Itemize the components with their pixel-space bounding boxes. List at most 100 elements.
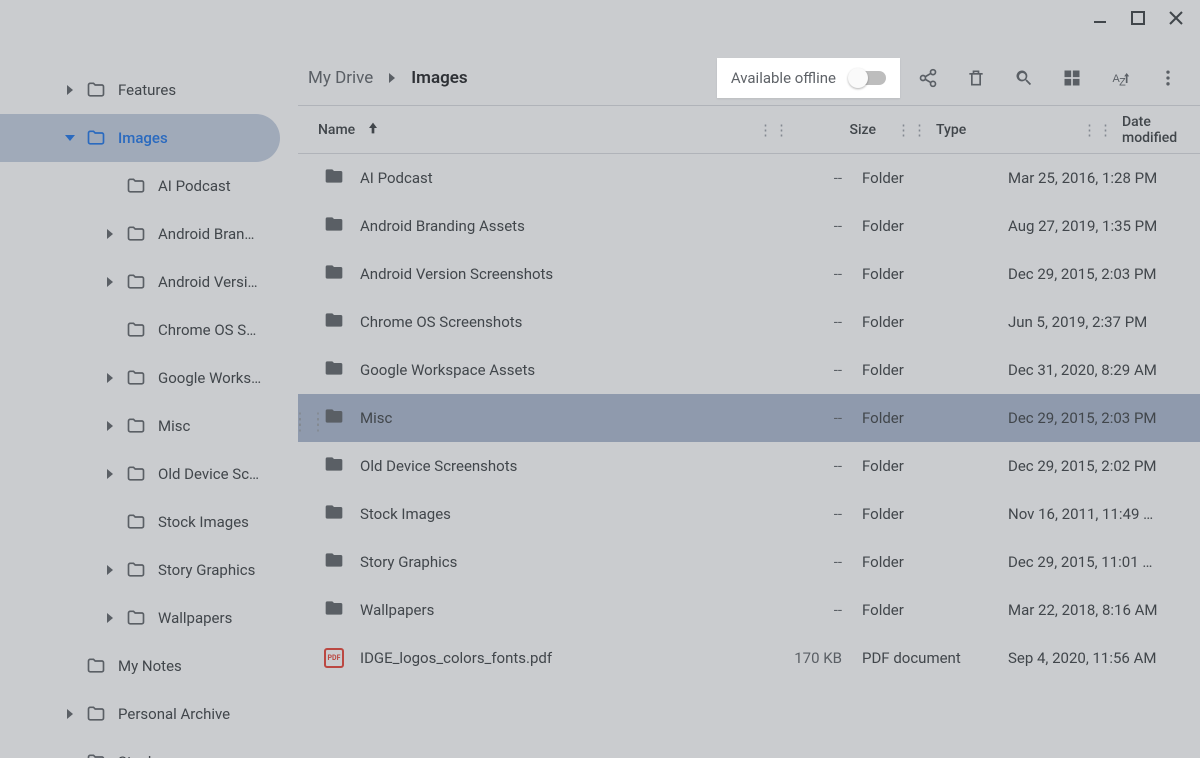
sidebar-item-label: Android Versi… (150, 273, 258, 291)
file-row[interactable]: AI Podcast--FolderMar 25, 2016, 1:28 PM (298, 154, 1200, 202)
sidebar-item-stack[interactable]: Stack (0, 738, 298, 758)
breadcrumb-current[interactable]: Images (411, 68, 467, 88)
file-name: IDGE_logos_colors_fonts.pdf (360, 649, 764, 667)
delete-button[interactable] (956, 58, 996, 98)
folder-icon (122, 416, 150, 436)
file-row[interactable]: Old Device Screenshots--FolderDec 29, 20… (298, 442, 1200, 490)
file-date: Dec 29, 2015, 2:03 PM (1008, 409, 1200, 427)
close-button[interactable] (1166, 8, 1186, 28)
expand-icon[interactable] (58, 709, 82, 719)
sidebar-item-android-bran-[interactable]: Android Bran… (0, 210, 298, 258)
breadcrumb: My Drive Images (308, 68, 709, 88)
sidebar-item-google-works-[interactable]: Google Works… (0, 354, 298, 402)
folder-icon (122, 560, 150, 580)
sidebar-item-label: Misc (150, 417, 190, 435)
expand-icon[interactable] (58, 133, 82, 143)
sidebar-item-personal-archive[interactable]: Personal Archive (0, 690, 298, 738)
sidebar-item-label: Chrome OS S… (150, 321, 256, 339)
sidebar-item-features[interactable]: Features (0, 66, 298, 114)
sidebar-resize-handle[interactable]: ⋮⋮⋮⋮ (292, 416, 328, 428)
folder-icon (122, 608, 150, 628)
sort-button[interactable]: AZ (1100, 58, 1140, 98)
sidebar-item-misc[interactable]: Misc (0, 402, 298, 450)
folder-icon (122, 368, 150, 388)
available-offline-panel: Available offline (717, 58, 900, 98)
minimize-button[interactable] (1090, 8, 1110, 28)
sidebar-item-stock-images[interactable]: Stock Images (0, 498, 298, 546)
file-row[interactable]: Android Branding Assets--FolderAug 27, 2… (298, 202, 1200, 250)
file-size: -- (764, 361, 862, 379)
chevron-right-icon (387, 68, 397, 88)
column-date[interactable]: Date modified (1122, 114, 1200, 146)
sidebar-item-android-versi-[interactable]: Android Versi… (0, 258, 298, 306)
sort-ascending-icon[interactable] (365, 120, 381, 140)
header-bar: My Drive Images Available offline AZ (298, 50, 1200, 106)
file-type: Folder (862, 457, 1008, 475)
sidebar-item-wallpapers[interactable]: Wallpapers (0, 594, 298, 642)
column-size[interactable]: Size (798, 122, 896, 138)
file-type: Folder (862, 409, 1008, 427)
file-type: Folder (862, 361, 1008, 379)
sidebar-item-my-notes[interactable]: My Notes (0, 642, 298, 690)
folder-icon (324, 550, 344, 574)
folder-icon (324, 502, 344, 526)
folder-icon (122, 320, 150, 340)
sidebar-item-story-graphics[interactable]: Story Graphics (0, 546, 298, 594)
available-offline-toggle[interactable] (850, 71, 886, 85)
folder-icon (82, 704, 110, 724)
share-button[interactable] (908, 58, 948, 98)
file-date: Dec 29, 2015, 2:03 PM (1008, 265, 1200, 283)
file-date: Sep 4, 2020, 11:56 AM (1008, 649, 1200, 667)
main-panel: ⋮⋮ ⋮⋮ My Drive Images Available offline (298, 36, 1200, 758)
file-type: Folder (862, 265, 1008, 283)
file-row[interactable]: Story Graphics--FolderDec 29, 2015, 11:0… (298, 538, 1200, 586)
file-row[interactable]: Misc--FolderDec 29, 2015, 2:03 PM (298, 394, 1200, 442)
view-grid-button[interactable] (1052, 58, 1092, 98)
file-type: Folder (862, 313, 1008, 331)
expand-icon[interactable] (98, 469, 122, 479)
file-row[interactable]: Android Version Screenshots--FolderDec 2… (298, 250, 1200, 298)
breadcrumb-root[interactable]: My Drive (308, 68, 373, 88)
file-type: Folder (862, 553, 1008, 571)
sidebar-item-label: Android Bran… (150, 225, 254, 243)
expand-icon[interactable] (98, 277, 122, 287)
file-date: Jun 5, 2019, 2:37 PM (1008, 313, 1200, 331)
expand-icon[interactable] (98, 421, 122, 431)
folder-icon (122, 176, 150, 196)
maximize-button[interactable] (1128, 8, 1148, 28)
file-date: Mar 25, 2016, 1:28 PM (1008, 169, 1200, 187)
column-resize-handle[interactable]: ⋮⋮ (1082, 121, 1122, 139)
column-name[interactable]: Name (318, 122, 355, 138)
sidebar-item-old-device-sc-[interactable]: Old Device Sc… (0, 450, 298, 498)
file-row[interactable]: Wallpapers--FolderMar 22, 2018, 8:16 AM (298, 586, 1200, 634)
column-resize-handle[interactable]: ⋮⋮ (896, 121, 936, 139)
sidebar-item-chrome-os-s-[interactable]: Chrome OS S… (0, 306, 298, 354)
column-type[interactable]: Type (936, 122, 1082, 138)
folder-icon (324, 214, 344, 238)
folder-icon (324, 454, 344, 478)
sidebar-item-label: Features (110, 81, 176, 99)
file-row[interactable]: Google Workspace Assets--FolderDec 31, 2… (298, 346, 1200, 394)
expand-icon[interactable] (98, 565, 122, 575)
file-name: Old Device Screenshots (360, 457, 764, 475)
expand-icon[interactable] (98, 229, 122, 239)
file-type: Folder (862, 505, 1008, 523)
folder-icon (122, 224, 150, 244)
folder-icon (324, 310, 344, 334)
expand-icon[interactable] (98, 373, 122, 383)
sidebar-item-ai-podcast[interactable]: AI Podcast (0, 162, 298, 210)
search-button[interactable] (1004, 58, 1044, 98)
folder-icon (82, 128, 110, 148)
more-menu-button[interactable] (1148, 58, 1188, 98)
file-type: Folder (862, 217, 1008, 235)
expand-icon[interactable] (58, 85, 82, 95)
file-row[interactable]: Stock Images--FolderNov 16, 2011, 11:49 … (298, 490, 1200, 538)
column-header: Name ⋮⋮ Size ⋮⋮ Type ⋮⋮ Date modified (298, 106, 1200, 154)
expand-icon[interactable] (98, 613, 122, 623)
file-name: Android Version Screenshots (360, 265, 764, 283)
sidebar-item-label: Personal Archive (110, 705, 230, 723)
sidebar-item-images[interactable]: Images (0, 114, 280, 162)
file-row[interactable]: PDFIDGE_logos_colors_fonts.pdf170 KBPDF … (298, 634, 1200, 682)
file-row[interactable]: Chrome OS Screenshots--FolderJun 5, 2019… (298, 298, 1200, 346)
column-resize-handle[interactable]: ⋮⋮ (758, 121, 798, 139)
